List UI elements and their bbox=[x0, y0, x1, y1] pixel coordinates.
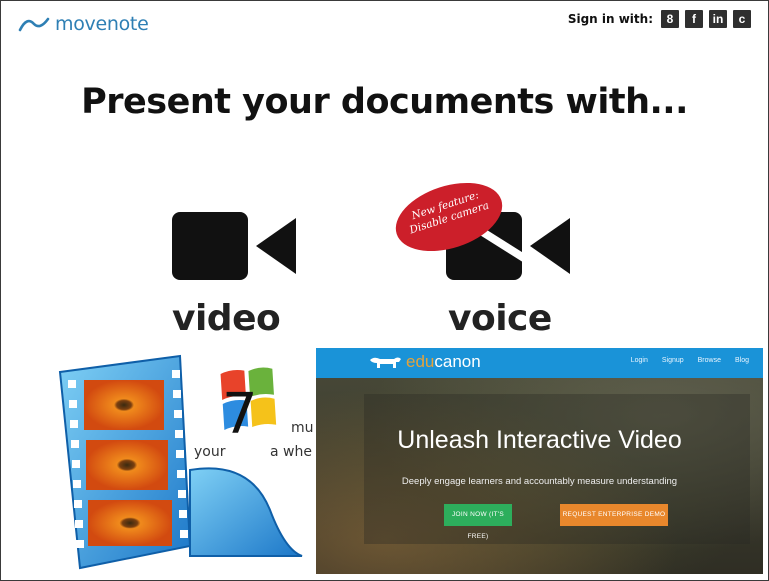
nav-login[interactable]: Login bbox=[631, 357, 648, 364]
dachshund-icon bbox=[370, 357, 401, 368]
hero-card bbox=[364, 394, 750, 544]
movenote-wave-icon bbox=[18, 17, 50, 32]
other-signin-icon[interactable]: c bbox=[733, 10, 751, 28]
request-demo-button[interactable]: REQUEST ENTERPRISE DEMO bbox=[560, 504, 668, 526]
voice-label: voice bbox=[448, 298, 552, 339]
educanon-logo[interactable]: educanon bbox=[368, 352, 481, 372]
video-label: video bbox=[172, 298, 281, 339]
hero-title: Unleash Interactive Video bbox=[397, 426, 682, 454]
windows-7-number: 7 bbox=[222, 382, 258, 447]
nav-browse[interactable]: Browse bbox=[698, 357, 721, 364]
partial-text-line-1: mu bbox=[291, 420, 314, 436]
logo-text: movenote bbox=[55, 13, 149, 35]
page-headline: Present your documents with... bbox=[81, 82, 688, 122]
movenote-logo[interactable]: movenote bbox=[18, 13, 149, 35]
nav-blog[interactable]: Blog bbox=[735, 357, 749, 364]
educanon-navbar: educanon Login Signup Browse Blog bbox=[316, 348, 763, 378]
signin-bar: Sign in with: 8 f in c bbox=[568, 10, 751, 28]
partial-text-line-2a: your bbox=[194, 444, 226, 460]
educanon-nav-links: Login Signup Browse Blog bbox=[631, 357, 749, 364]
facebook-icon[interactable]: f bbox=[685, 10, 703, 28]
partial-text-line-2b: a whe bbox=[270, 444, 312, 460]
educanon-screenshot: educanon Login Signup Browse Blog Unleas… bbox=[316, 348, 763, 574]
signin-label: Sign in with: bbox=[567, 12, 653, 26]
educanon-logo-text: educanon bbox=[406, 352, 481, 371]
hero-subtitle: Deeply engage learners and accountably m… bbox=[401, 476, 678, 487]
video-camera-icon[interactable] bbox=[172, 212, 296, 280]
google-plus-icon[interactable]: 8 bbox=[661, 10, 679, 28]
linkedin-icon[interactable]: in bbox=[709, 10, 727, 28]
movie-maker-logo bbox=[58, 354, 303, 570]
nav-signup[interactable]: Signup bbox=[662, 357, 684, 364]
join-now-button[interactable]: JOIN NOW (IT'S FREE) bbox=[444, 504, 512, 540]
